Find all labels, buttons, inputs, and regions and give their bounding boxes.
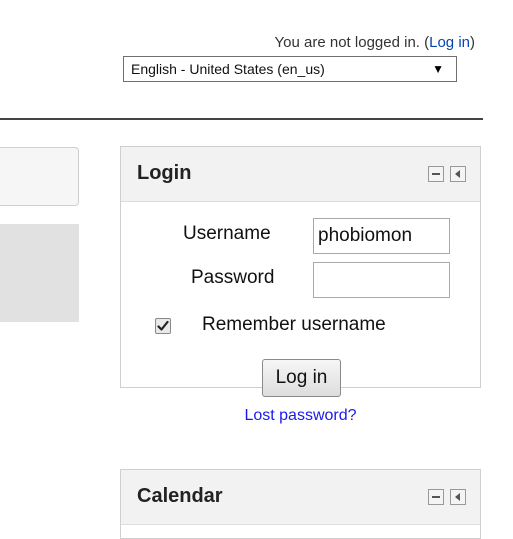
login-block-title: Login xyxy=(137,162,192,184)
password-label: Password xyxy=(191,267,275,288)
remember-username-checkbox[interactable] xyxy=(155,318,171,334)
username-label: Username xyxy=(183,223,271,244)
calendar-block-title: Calendar xyxy=(137,485,223,507)
login-form: Username Password Remember username Log … xyxy=(121,202,480,424)
dock-arrow-icon[interactable] xyxy=(450,166,466,182)
language-select[interactable]: English - United States (en_us) ▼ xyxy=(123,56,457,82)
login-link[interactable]: Log in xyxy=(429,34,470,51)
minus-icon[interactable] xyxy=(428,489,444,505)
header-divider xyxy=(0,118,483,120)
dock-arrow-icon[interactable] xyxy=(450,489,466,505)
checkmark-icon xyxy=(157,320,169,331)
login-block-controls xyxy=(428,166,466,182)
password-input[interactable] xyxy=(313,262,450,298)
login-block-header: Login xyxy=(121,147,480,202)
dropdown-arrow-icon: ▼ xyxy=(432,62,444,76)
login-info: You are not logged in. (Log in) xyxy=(275,34,475,51)
calendar-block-controls xyxy=(428,489,466,505)
login-status-text: You are not logged in. ( xyxy=(274,34,430,51)
login-block: Login Username Password Remember usernam… xyxy=(120,146,481,424)
login-submit-button[interactable]: Log in xyxy=(262,359,341,397)
lost-password-link[interactable]: Lost password? xyxy=(121,407,480,425)
remember-username-label: Remember username xyxy=(202,314,386,335)
calendar-block: Calendar xyxy=(120,469,481,539)
left-panel-box xyxy=(0,147,79,206)
left-panel-grey-area xyxy=(0,224,79,322)
username-input[interactable] xyxy=(313,218,450,254)
minus-icon[interactable] xyxy=(428,166,444,182)
login-status-suffix: ) xyxy=(470,34,475,51)
calendar-block-header: Calendar xyxy=(121,470,480,525)
language-selected-value: English - United States (en_us) xyxy=(131,61,325,77)
